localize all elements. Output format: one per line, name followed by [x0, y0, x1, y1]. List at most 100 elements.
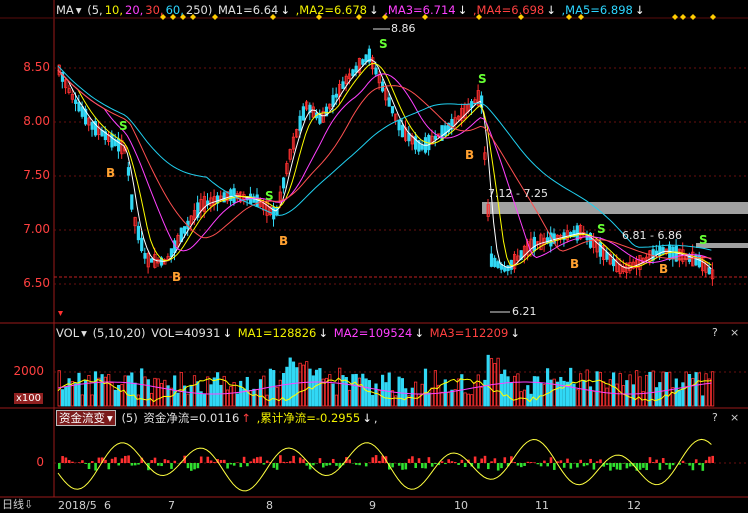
fund-flow-bar: [520, 463, 523, 468]
volume-bar: [278, 379, 282, 407]
fund-flow-bar: [523, 463, 526, 466]
fund-flow-bar: [64, 457, 68, 463]
volume-bar: [80, 394, 84, 407]
fund-flow-bar: [704, 460, 708, 463]
volume-bar: [555, 381, 560, 407]
fund-flow-bar: [444, 463, 447, 465]
vol-help-icon[interactable]: ?: [712, 326, 718, 339]
fund-flow-bar: [546, 463, 549, 467]
arrow-down-icon: [58, 311, 63, 316]
fund-flow-header: 资金流变 ▾ (5) 资金净流=0.0116 ↑ ,累计净流=-0.2955 ↓,: [56, 410, 380, 426]
fund-flow-bar: [61, 456, 64, 463]
ma2-value: ,MA2=6.678: [295, 3, 367, 17]
volume-bar: [364, 378, 368, 407]
fund-flow-bar: [440, 461, 444, 463]
fund-flow-bar: [282, 461, 285, 463]
fund-flow-bar: [397, 463, 401, 466]
candlestick-body: [169, 248, 173, 258]
flow-close-icon[interactable]: ×: [730, 411, 739, 424]
vol-close-icon[interactable]: ×: [730, 326, 739, 339]
volume-bar: [176, 392, 180, 407]
x-axis-label: 10: [454, 499, 468, 512]
volume-bar: [453, 389, 457, 407]
net-flow-value: 资金净流=0.0116: [143, 411, 240, 425]
fund-flow-bar: [285, 462, 289, 463]
volume-bar: [143, 376, 147, 407]
sell-signal-marker: S: [379, 37, 388, 51]
fund-flow-bar: [223, 459, 226, 463]
fund-flow-bar: [503, 457, 507, 463]
candlestick-body: [506, 265, 510, 272]
volume-bar: [479, 386, 484, 407]
buy-signal-marker: B: [172, 270, 182, 284]
vol-indicator-selector[interactable]: VOL ▾: [56, 326, 87, 340]
volume-bar: [367, 380, 372, 407]
fund-flow-bar: [579, 459, 582, 463]
candlestick-body: [182, 226, 187, 234]
fund-flow-bar: [77, 462, 81, 463]
volume-bar: [248, 390, 253, 407]
event-diamond-icon: [672, 14, 678, 20]
fund-flow-bar: [609, 463, 612, 471]
volume-bar: [186, 393, 190, 407]
volume-bar: [456, 378, 461, 407]
fund-flow-bar: [325, 463, 328, 466]
fund-flow-bar: [493, 458, 497, 463]
volume-bar: [272, 370, 276, 407]
fund-flow-bar: [157, 463, 160, 466]
candlestick-body: [80, 106, 84, 117]
volume-bar: [446, 391, 451, 407]
flow-indicator-selector[interactable]: 资金流变 ▾: [56, 410, 116, 426]
fund-flow-bar: [638, 463, 642, 470]
fund-flow-bar: [447, 459, 450, 463]
volume-bar: [103, 376, 107, 407]
volume-bar: [77, 372, 81, 407]
fund-flow-bar: [401, 463, 404, 470]
volume-bar: [516, 373, 520, 407]
volume-bar: [466, 393, 471, 407]
volume-bar: [255, 389, 259, 407]
volume-bar: [539, 382, 543, 407]
fund-flow-bar: [454, 461, 457, 463]
volume-bar: [450, 389, 454, 407]
fund-flow-bar: [430, 463, 434, 467]
volume-bar: [344, 377, 348, 407]
fund-flow-bar: [589, 458, 592, 463]
volume-bar: [681, 382, 685, 407]
volume-bar: [275, 386, 279, 407]
volume-bar: [136, 394, 140, 407]
fund-flow-bar: [170, 463, 173, 469]
candlestick-body: [149, 258, 154, 263]
fund-flow-bar: [374, 455, 378, 463]
volume-bar: [513, 375, 517, 407]
volume-bar: [229, 386, 233, 407]
volume-bar: [440, 391, 444, 407]
fund-flow-bar: [153, 457, 157, 463]
volume-bar: [671, 387, 675, 407]
volume-bar: [202, 393, 206, 407]
fund-flow-bar: [364, 463, 368, 467]
price-tick: 8.50: [23, 60, 50, 74]
volume-bar: [163, 379, 167, 407]
stock-chart-canvas[interactable]: [0, 0, 748, 513]
ma-indicator-selector[interactable]: MA ▾: [56, 3, 82, 17]
price-tick: 7.50: [23, 168, 50, 182]
volume-bar: [483, 379, 487, 407]
volume-bar: [192, 375, 197, 407]
sell-signal-marker: S: [597, 222, 606, 236]
fund-flow-bar: [407, 458, 411, 463]
volume-bar: [694, 372, 698, 407]
fund-flow-bar: [256, 457, 259, 463]
volume-bar: [305, 361, 309, 407]
period-selector[interactable]: 日线⇩: [2, 496, 33, 512]
volume-bar: [697, 372, 702, 407]
volume-bar: [331, 383, 335, 407]
fund-flow-bar: [298, 457, 302, 463]
volume-bar: [585, 369, 589, 407]
fund-flow-bar: [411, 456, 414, 463]
fund-flow-bar: [655, 459, 658, 463]
fund-flow-bar: [658, 463, 662, 470]
volume-bar: [219, 384, 223, 407]
volume-bar: [64, 386, 68, 407]
flow-help-icon[interactable]: ?: [712, 411, 718, 424]
